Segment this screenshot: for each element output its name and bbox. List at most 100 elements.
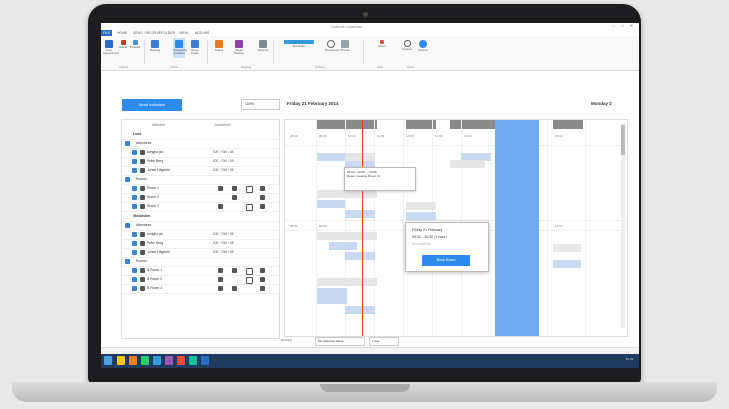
delete-button[interactable]: Delete — [117, 38, 129, 58]
meeting-button[interactable]: Meeting — [149, 38, 161, 58]
show-as-dropdown[interactable]: Reminder — [279, 38, 319, 58]
laptop-notch — [320, 384, 410, 392]
checkbox[interactable] — [125, 141, 130, 146]
busy-block[interactable] — [450, 160, 485, 168]
screen-icon — [246, 186, 253, 193]
checkbox[interactable] — [132, 150, 137, 155]
vertical-scrollbar[interactable] — [621, 123, 625, 328]
app-icon[interactable] — [165, 356, 173, 365]
private-button[interactable]: Zoom — [369, 38, 395, 58]
person-icon — [140, 159, 145, 164]
checkbox[interactable] — [132, 168, 137, 173]
screen-icon — [246, 204, 253, 211]
checkbox[interactable] — [132, 232, 137, 237]
minimize-button[interactable]: – — [611, 24, 616, 28]
scheduling-icon — [175, 40, 183, 48]
busy-block[interactable] — [345, 306, 375, 314]
teams-button[interactable]: Skype Meeting — [233, 38, 245, 58]
send-invitation-button[interactable]: Send invitation — [122, 99, 182, 111]
calendar-view-select[interactable]: My Calendar Week — [315, 337, 365, 346]
projector-icon — [232, 195, 237, 200]
checkbox[interactable] — [132, 268, 137, 273]
selected-time-slot[interactable] — [495, 120, 539, 336]
busy-block[interactable] — [345, 210, 375, 218]
busy-block[interactable] — [317, 153, 345, 161]
camera-icon — [260, 204, 265, 209]
checkbox[interactable] — [125, 223, 130, 228]
window-title: Outlook Calendar — [331, 24, 363, 29]
checkbox[interactable] — [132, 241, 137, 246]
busy-block[interactable] — [406, 202, 436, 210]
folder-icon[interactable] — [117, 356, 125, 365]
busy-block[interactable] — [553, 260, 581, 268]
checkbox[interactable] — [132, 159, 137, 164]
app-icon[interactable] — [177, 356, 185, 365]
busy-block[interactable] — [317, 190, 377, 198]
tooltip-room: Room: meeting Room 1b — [347, 174, 381, 178]
app-icon[interactable] — [189, 356, 197, 365]
app-icon[interactable] — [153, 356, 161, 365]
maximize-button[interactable]: □ — [620, 24, 625, 28]
start-icon[interactable] — [104, 356, 112, 365]
busy-block[interactable] — [317, 232, 377, 240]
zoom-select[interactable]: 100% — [241, 99, 280, 110]
busy-block[interactable] — [317, 288, 347, 304]
busy-block[interactable] — [345, 153, 375, 161]
time-label: 15:00 — [555, 134, 563, 138]
room-row[interactable]: Room 3 — [122, 202, 279, 212]
checkbox[interactable] — [132, 204, 137, 209]
book-room-button[interactable]: Book Room — [422, 255, 470, 266]
recurrence-button[interactable]: Private — [339, 38, 351, 58]
skype-meeting-button[interactable]: Show As — [257, 38, 269, 58]
room-icon — [140, 286, 145, 291]
busy-block[interactable] — [317, 278, 377, 286]
attendee-panel: Attendee Department Lund Attendees kongh… — [121, 119, 280, 339]
busy-block[interactable] — [345, 252, 375, 260]
schedule-grid[interactable]: 08:00 09:00 10:00 11:00 12:00 13:00 14:0… — [284, 119, 628, 337]
room-row[interactable]: B Room 3 — [122, 284, 279, 294]
checkbox[interactable] — [132, 277, 137, 282]
busy-block[interactable] — [406, 212, 436, 220]
footer-label: Booking — [281, 338, 292, 342]
checkbox[interactable] — [132, 286, 137, 291]
close-button[interactable]: ✕ — [629, 24, 634, 28]
forward-button[interactable]: Forward — [129, 38, 141, 58]
phone-icon — [218, 268, 223, 273]
person-icon — [140, 250, 145, 255]
checkbox[interactable] — [132, 186, 137, 191]
ribbon-group-label: Meeting — [241, 65, 251, 69]
day-header-bar — [317, 120, 377, 129]
popup-date: Friday 21 February — [412, 228, 443, 232]
grid-line — [403, 120, 404, 336]
meeting-icon — [151, 40, 159, 48]
scrollbar-thumb[interactable] — [621, 125, 625, 155]
phone-icon — [218, 186, 223, 191]
checkbox[interactable] — [125, 259, 130, 264]
camera-icon — [260, 286, 265, 291]
busy-block[interactable] — [553, 244, 581, 252]
ribbon-group-label: Show — [171, 65, 178, 69]
person-icon — [140, 241, 145, 246]
checkbox[interactable] — [125, 177, 130, 182]
zoom-button[interactable]: Options — [401, 38, 413, 58]
reminder-button[interactable]: Recurrence — [325, 38, 339, 58]
outlook-icon[interactable] — [201, 356, 209, 365]
current-time-line — [362, 120, 363, 336]
new-appointment-button[interactable]: New Appointment — [103, 38, 119, 58]
busy-block[interactable] — [317, 200, 345, 208]
app-icon[interactable] — [141, 356, 149, 365]
grid-line — [285, 145, 627, 146]
options-button[interactable]: Options — [417, 38, 429, 58]
duration-select[interactable]: 1 day — [369, 337, 399, 346]
office-button[interactable]: Teams — [213, 38, 225, 58]
person-icon — [140, 168, 145, 173]
options-icon — [419, 40, 427, 48]
checkbox[interactable] — [132, 195, 137, 200]
checkbox[interactable] — [132, 250, 137, 255]
browser-icon[interactable] — [129, 356, 137, 365]
room-icon — [140, 186, 145, 191]
busy-block[interactable] — [329, 242, 357, 250]
room-finder-button[interactable]: Room Finder — [189, 38, 201, 58]
time-label: 08:00 — [290, 224, 298, 228]
scheduling-assistant-button[interactable]: Scheduling Assistant — [173, 38, 187, 58]
